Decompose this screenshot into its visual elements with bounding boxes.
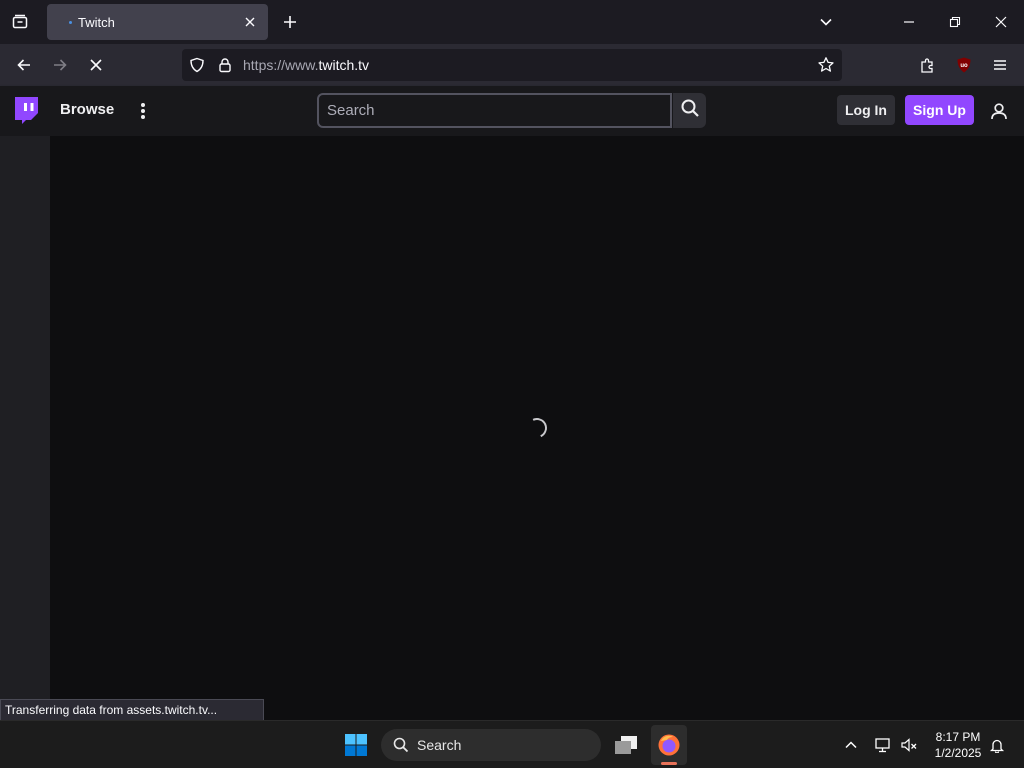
url-domain: twitch.tv — [318, 57, 370, 73]
signup-button[interactable]: Sign Up — [905, 95, 974, 125]
url-text[interactable]: https://www.twitch.tv — [243, 57, 369, 73]
search-button[interactable] — [673, 93, 706, 128]
side-nav — [0, 136, 50, 720]
search-input[interactable]: Search — [317, 93, 672, 128]
forward-arrow-icon[interactable] — [44, 49, 76, 81]
search-icon — [393, 737, 409, 758]
twitch-top-nav: Browse Search Log In Sign Up — [0, 86, 1024, 136]
close-icon[interactable] — [240, 12, 260, 32]
screen: Twitch https://www.twitch.tv uo Browse S… — [0, 0, 1024, 768]
bookmark-star-icon[interactable] — [816, 55, 836, 75]
hamburger-menu-icon[interactable] — [984, 49, 1016, 81]
loading-spinner — [524, 415, 550, 441]
back-arrow-icon[interactable] — [8, 49, 40, 81]
volume-muted-icon[interactable] — [897, 725, 921, 765]
browser-tab[interactable]: Twitch — [47, 4, 268, 40]
taskbar-search-label: Search — [417, 737, 462, 753]
tab-overview-icon[interactable] — [4, 6, 36, 38]
chevron-up-icon[interactable] — [838, 725, 864, 765]
url-prefix: https://www. — [243, 57, 319, 73]
clock-time: 8:17 PM — [935, 730, 981, 744]
taskbar-search[interactable]: Search — [381, 729, 601, 761]
firefox-icon[interactable] — [651, 725, 687, 765]
browser-navbar: https://www.twitch.tv uo — [0, 44, 1024, 86]
twitch-logo[interactable] — [12, 96, 40, 126]
windows-start-icon[interactable] — [340, 725, 372, 765]
search-icon — [680, 98, 700, 123]
ublock-icon[interactable]: uo — [948, 49, 980, 81]
network-icon[interactable] — [871, 725, 895, 765]
window-close-icon[interactable] — [985, 6, 1017, 38]
extensions-icon[interactable] — [912, 49, 944, 81]
clock-date: 1/2/2025 — [934, 746, 982, 760]
tab-list-chevron-icon[interactable] — [810, 6, 842, 38]
more-vertical-icon[interactable] — [132, 98, 154, 124]
minimize-icon[interactable] — [893, 6, 925, 38]
taskbar-active-indicator — [661, 762, 677, 765]
status-text: Transferring data from assets.twitch.tv.… — [0, 699, 264, 721]
svg-text:uo: uo — [960, 63, 968, 69]
favicon-dot — [69, 21, 72, 24]
windows-taskbar: Search 8:17 PM 1/2/2025 — [0, 720, 1024, 768]
lock-icon[interactable] — [215, 55, 235, 75]
tab-title: Twitch — [78, 15, 115, 30]
task-view-icon[interactable] — [610, 725, 642, 765]
address-bar[interactable]: https://www.twitch.tv — [182, 49, 842, 81]
notification-bell-icon[interactable] — [985, 725, 1009, 765]
stop-loading-icon[interactable] — [80, 49, 112, 81]
browse-link[interactable]: Browse — [60, 101, 114, 118]
login-button[interactable]: Log In — [837, 95, 895, 125]
new-tab-icon[interactable] — [274, 6, 306, 38]
user-icon[interactable] — [986, 98, 1012, 124]
browser-tab-strip: Twitch — [0, 0, 1024, 44]
main-content — [50, 136, 1024, 720]
restore-icon[interactable] — [939, 6, 971, 38]
taskbar-clock[interactable]: 8:17 PM 1/2/2025 — [928, 729, 988, 761]
shield-icon[interactable] — [187, 55, 207, 75]
